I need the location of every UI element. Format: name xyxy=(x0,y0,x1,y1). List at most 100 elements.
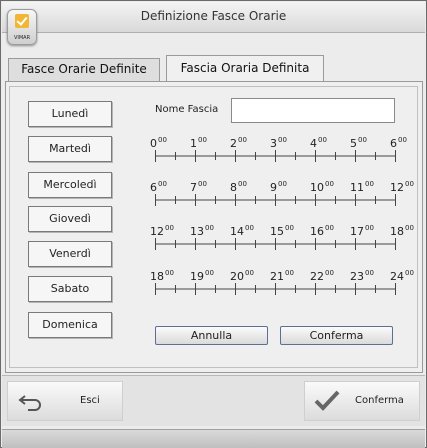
title-bar: Definizione Fasce Orarie xyxy=(2,2,425,33)
minutes-value: 00 xyxy=(365,224,374,232)
hour-label: 2200 xyxy=(310,269,334,283)
hour-value: 20 xyxy=(230,270,244,283)
day-button[interactable]: Sabato xyxy=(28,276,112,302)
hour-label: 1200 xyxy=(150,224,174,238)
footer-confirm-label: Conferma xyxy=(355,395,404,406)
logo-text: VIMAR xyxy=(13,35,31,41)
minutes-value: 00 xyxy=(325,224,334,232)
minutes-value: 00 xyxy=(398,136,407,144)
day-button[interactable]: Martedì xyxy=(28,136,112,162)
day-button[interactable]: Mercoledì xyxy=(28,172,112,198)
hour-value: 18 xyxy=(390,225,404,238)
hour-label: 000 xyxy=(150,136,167,150)
hour-label: 600 xyxy=(390,136,407,150)
hour-value: 13 xyxy=(190,225,204,238)
day-button[interactable]: Lunedì xyxy=(28,101,112,127)
hour-label: 1900 xyxy=(190,269,214,283)
vimar-logo: VIMAR xyxy=(7,9,37,45)
name-input[interactable] xyxy=(231,98,395,123)
hour-label: 700 xyxy=(190,180,207,194)
minutes-value: 00 xyxy=(318,136,327,144)
day-button[interactable]: Venerdì xyxy=(28,241,112,267)
tab-fasce-orarie-definite[interactable]: Fasce Orarie Definite xyxy=(8,58,160,81)
hour-value: 2 xyxy=(230,137,237,150)
minutes-value: 00 xyxy=(405,269,414,277)
hour-label: 2400 xyxy=(390,269,414,283)
minutes-value: 00 xyxy=(238,136,247,144)
hour-label: 100 xyxy=(190,136,207,150)
check-logo-icon xyxy=(15,14,29,28)
hour-value: 22 xyxy=(310,270,324,283)
checkmark-icon xyxy=(314,390,340,411)
minutes-value: 00 xyxy=(278,136,287,144)
hour-value: 18 xyxy=(150,270,164,283)
bottom-bar xyxy=(2,429,425,448)
hour-value: 6 xyxy=(150,181,157,194)
hour-label: 1000 xyxy=(310,180,334,194)
minutes-value: 00 xyxy=(165,269,174,277)
name-label: Nome Fascia xyxy=(155,104,219,115)
day-button[interactable]: Domenica xyxy=(28,312,112,338)
footer-confirm-button[interactable]: Conferma xyxy=(304,381,420,421)
minutes-value: 00 xyxy=(158,136,167,144)
hour-label: 600 xyxy=(150,180,167,194)
minutes-value: 00 xyxy=(285,269,294,277)
minutes-value: 00 xyxy=(158,180,167,188)
hour-label: 1800 xyxy=(390,224,414,238)
minutes-value: 00 xyxy=(358,136,367,144)
minutes-value: 00 xyxy=(365,269,374,277)
hour-label: 200 xyxy=(230,136,247,150)
confirm-button[interactable]: Conferma xyxy=(280,326,393,345)
hour-label: 900 xyxy=(270,180,287,194)
hour-value: 8 xyxy=(230,181,237,194)
minutes-value: 00 xyxy=(405,180,414,188)
hour-label: 500 xyxy=(350,136,367,150)
hour-value: 21 xyxy=(270,270,284,283)
minutes-value: 00 xyxy=(285,224,294,232)
hour-label: 400 xyxy=(310,136,327,150)
minutes-value: 00 xyxy=(198,180,207,188)
minutes-value: 00 xyxy=(325,180,334,188)
hour-label: 1500 xyxy=(270,224,294,238)
hour-label: 1800 xyxy=(150,269,174,283)
hour-value: 7 xyxy=(190,181,197,194)
hour-value: 19 xyxy=(190,270,204,283)
tab-label: Fasce Orarie Definite xyxy=(21,62,147,76)
minutes-value: 00 xyxy=(205,269,214,277)
hour-label: 1200 xyxy=(390,180,414,194)
hour-label: 800 xyxy=(230,180,247,194)
hour-value: 1 xyxy=(190,137,197,150)
hour-value: 17 xyxy=(350,225,364,238)
hour-label: 2300 xyxy=(350,269,374,283)
cancel-button[interactable]: Annulla xyxy=(155,326,268,345)
window-title: Definizione Fasce Orarie xyxy=(140,9,287,23)
day-label: Giovedì xyxy=(49,212,91,225)
hour-value: 11 xyxy=(350,181,364,194)
exit-label: Esci xyxy=(80,395,100,406)
back-arrow-icon xyxy=(18,395,41,411)
hour-value: 9 xyxy=(270,181,277,194)
hour-value: 24 xyxy=(390,270,404,283)
day-label: Lunedì xyxy=(51,107,89,120)
cancel-label: Annulla xyxy=(190,329,233,342)
tab-fascia-oraria-definita[interactable]: Fascia Oraria Definita xyxy=(166,55,324,81)
confirm-label: Conferma xyxy=(309,329,364,342)
day-button[interactable]: Giovedì xyxy=(28,206,112,232)
day-label: Sabato xyxy=(50,282,90,295)
hour-label: 300 xyxy=(270,136,287,150)
hour-value: 16 xyxy=(310,225,324,238)
day-label: Venerdì xyxy=(49,247,91,260)
minutes-value: 00 xyxy=(245,224,254,232)
hour-value: 4 xyxy=(310,137,317,150)
minutes-value: 00 xyxy=(365,180,374,188)
hour-value: 5 xyxy=(350,137,357,150)
minutes-value: 00 xyxy=(205,224,214,232)
hour-label: 1300 xyxy=(190,224,214,238)
minutes-value: 00 xyxy=(198,136,207,144)
exit-button[interactable]: Esci xyxy=(7,381,123,421)
minutes-value: 00 xyxy=(238,180,247,188)
hour-value: 12 xyxy=(390,181,404,194)
minutes-value: 00 xyxy=(325,269,334,277)
hour-value: 3 xyxy=(270,137,277,150)
hour-label: 1400 xyxy=(230,224,254,238)
